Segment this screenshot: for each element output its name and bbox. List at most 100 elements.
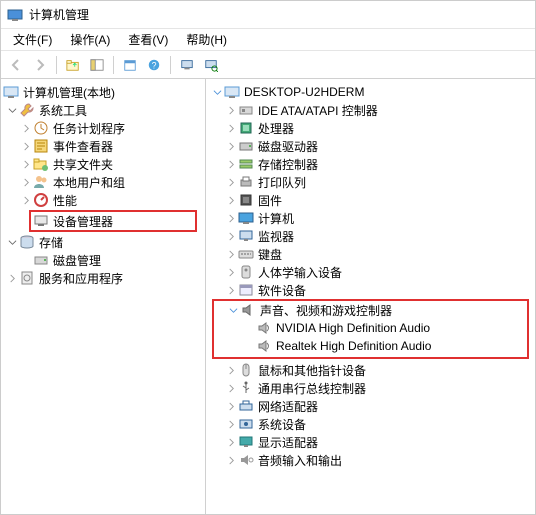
left-root-label: 计算机管理(本地) xyxy=(23,84,115,101)
toolbar-forward-button[interactable] xyxy=(29,54,51,76)
expand-toggle-icon[interactable] xyxy=(224,157,238,171)
menu-action[interactable]: 操作(A) xyxy=(62,29,118,50)
left-tree-pane[interactable]: 计算机管理(本地) 系统工具 任务计划程序 事件查看器 xyxy=(1,79,206,514)
expand-toggle-icon[interactable] xyxy=(224,381,238,395)
left-item-device-manager[interactable]: 设备管理器 xyxy=(33,213,193,229)
toolbar-scan-button[interactable] xyxy=(200,54,222,76)
toolbar-console-tree-button[interactable] xyxy=(86,54,108,76)
menu-help[interactable]: 帮助(H) xyxy=(178,29,235,50)
right-item-label: 磁盘驱动器 xyxy=(258,138,318,155)
left-item-disk-mgmt[interactable]: 磁盘管理 xyxy=(1,251,205,269)
expand-toggle-icon[interactable] xyxy=(19,121,33,135)
expand-toggle-icon[interactable] xyxy=(224,265,238,279)
expand-toggle-icon[interactable] xyxy=(224,103,238,117)
right-child-item[interactable]: NVIDIA High Definition Audio xyxy=(214,319,527,337)
computer-icon xyxy=(224,84,240,100)
expand-toggle-icon[interactable] xyxy=(224,247,238,261)
left-item-shared-folders[interactable]: 共享文件夹 xyxy=(1,155,205,173)
right-item[interactable]: 监视器 xyxy=(206,227,535,245)
toolbar-separator xyxy=(170,56,171,74)
right-item-label: 固件 xyxy=(258,192,282,209)
right-item-label: 软件设备 xyxy=(258,282,306,299)
right-root-node[interactable]: DESKTOP-U2HDERM xyxy=(206,83,535,101)
left-group-services[interactable]: 服务和应用程序 xyxy=(1,269,205,287)
toolbar-separator xyxy=(56,56,57,74)
left-item-label: 磁盘管理 xyxy=(53,252,101,269)
expand-toggle-icon[interactable] xyxy=(226,303,240,317)
left-item-performance[interactable]: 性能 xyxy=(1,191,205,209)
clock-icon xyxy=(33,120,49,136)
right-tree-pane[interactable]: DESKTOP-U2HDERM IDE ATA/ATAPI 控制器处理器磁盘驱动… xyxy=(206,79,535,514)
left-root-node[interactable]: 计算机管理(本地) xyxy=(1,83,205,101)
expand-toggle-icon[interactable] xyxy=(224,399,238,413)
left-group-services-label: 服务和应用程序 xyxy=(39,270,123,287)
right-item[interactable]: 显示适配器 xyxy=(206,433,535,451)
right-item[interactable]: 人体学输入设备 xyxy=(206,263,535,281)
right-item[interactable]: 处理器 xyxy=(206,119,535,137)
expand-toggle-icon[interactable] xyxy=(19,193,33,207)
left-item-task-scheduler[interactable]: 任务计划程序 xyxy=(1,119,205,137)
right-item[interactable]: 网络适配器 xyxy=(206,397,535,415)
system-icon xyxy=(238,416,254,432)
left-group-storage-label: 存储 xyxy=(39,234,63,251)
right-item-label: IDE ATA/ATAPI 控制器 xyxy=(258,102,378,119)
expand-toggle-icon[interactable] xyxy=(224,175,238,189)
speaker-icon xyxy=(256,338,272,354)
expand-toggle-icon[interactable] xyxy=(19,175,33,189)
right-item[interactable]: 打印队列 xyxy=(206,173,535,191)
right-item[interactable]: 计算机 xyxy=(206,209,535,227)
left-item-label: 事件查看器 xyxy=(53,138,113,155)
perf-icon xyxy=(33,192,49,208)
monitor-icon xyxy=(238,228,254,244)
expand-toggle-icon[interactable] xyxy=(224,417,238,431)
mouse-icon xyxy=(238,362,254,378)
right-item-label: 监视器 xyxy=(258,228,294,245)
right-item[interactable]: 磁盘驱动器 xyxy=(206,137,535,155)
toolbar-properties-button[interactable] xyxy=(119,54,141,76)
toolbar-help-button[interactable]: ? xyxy=(143,54,165,76)
left-item-label: 共享文件夹 xyxy=(53,156,113,173)
expand-toggle-icon[interactable] xyxy=(210,85,224,99)
left-group-system-tools[interactable]: 系统工具 xyxy=(1,101,205,119)
expand-toggle-icon[interactable] xyxy=(19,139,33,153)
right-item[interactable]: 存储控制器 xyxy=(206,155,535,173)
expand-toggle-icon[interactable] xyxy=(5,235,19,249)
menu-view[interactable]: 查看(V) xyxy=(120,29,176,50)
right-item[interactable]: 鼠标和其他指针设备 xyxy=(206,361,535,379)
expand-toggle-icon[interactable] xyxy=(224,283,238,297)
menu-file[interactable]: 文件(F) xyxy=(5,29,60,50)
expand-toggle-icon[interactable] xyxy=(224,453,238,467)
right-item-sound[interactable]: 声音、视频和游戏控制器 xyxy=(214,301,527,319)
right-item[interactable]: 系统设备 xyxy=(206,415,535,433)
expand-toggle-icon[interactable] xyxy=(19,157,33,171)
left-item-local-users[interactable]: 本地用户和组 xyxy=(1,173,205,191)
toolbar-separator xyxy=(113,56,114,74)
expand-toggle-icon[interactable] xyxy=(224,193,238,207)
toolbar-device-button[interactable] xyxy=(176,54,198,76)
right-item[interactable]: 固件 xyxy=(206,191,535,209)
right-item[interactable]: 音频输入和输出 xyxy=(206,451,535,469)
ide-icon xyxy=(238,102,254,118)
toolbar-back-button[interactable] xyxy=(5,54,27,76)
right-item[interactable]: 键盘 xyxy=(206,245,535,263)
share-icon xyxy=(33,156,49,172)
expand-toggle-icon[interactable] xyxy=(224,139,238,153)
expand-toggle-icon[interactable] xyxy=(224,121,238,135)
toolbar: ? xyxy=(1,51,535,79)
left-group-system-tools-label: 系统工具 xyxy=(39,102,87,119)
right-item[interactable]: 通用串行总线控制器 xyxy=(206,379,535,397)
expand-toggle-icon[interactable] xyxy=(224,229,238,243)
right-item-label: 音频输入和输出 xyxy=(258,452,342,469)
toolbar-up-button[interactable] xyxy=(62,54,84,76)
expand-toggle-icon[interactable] xyxy=(5,103,19,117)
menu-action-label: 操作(A) xyxy=(70,33,110,47)
expand-toggle-icon[interactable] xyxy=(224,211,238,225)
expand-toggle-icon[interactable] xyxy=(224,435,238,449)
expand-toggle-icon[interactable] xyxy=(224,363,238,377)
right-item[interactable]: 软件设备 xyxy=(206,281,535,299)
right-item[interactable]: IDE ATA/ATAPI 控制器 xyxy=(206,101,535,119)
left-group-storage[interactable]: 存储 xyxy=(1,233,205,251)
right-child-item[interactable]: Realtek High Definition Audio xyxy=(214,337,527,355)
left-item-event-viewer[interactable]: 事件查看器 xyxy=(1,137,205,155)
expand-toggle-icon[interactable] xyxy=(5,271,19,285)
